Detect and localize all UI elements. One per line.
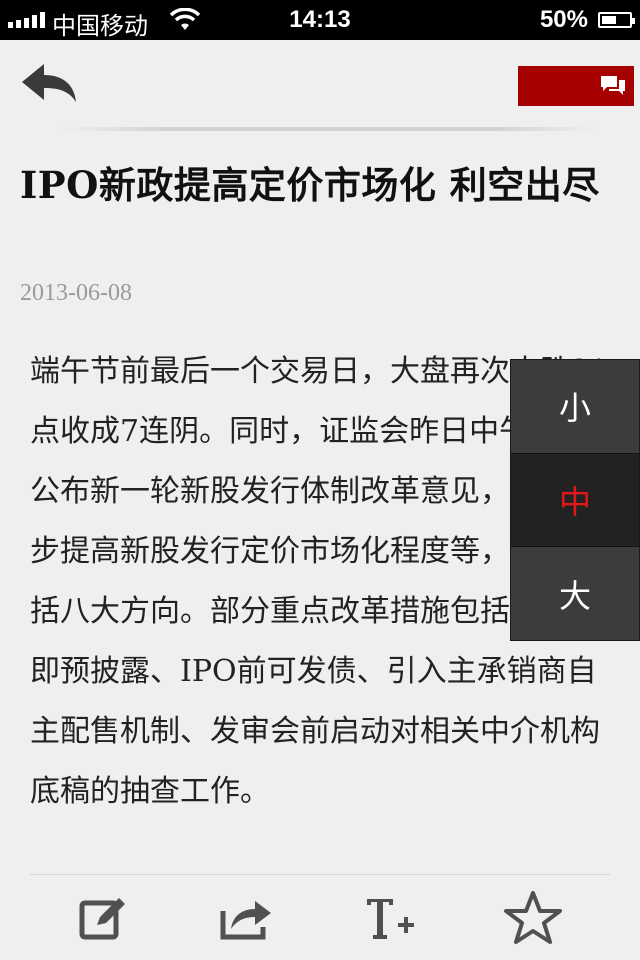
- favorite-button[interactable]: [498, 886, 568, 950]
- font-size-medium-option[interactable]: 中: [511, 453, 639, 547]
- share-icon: [220, 901, 271, 940]
- header-divider: [60, 127, 600, 131]
- star-icon: [504, 891, 562, 944]
- font-size-button[interactable]: [354, 886, 424, 950]
- font-size-small-option[interactable]: 小: [511, 360, 639, 452]
- article-title: IPO新政提高定价市场化 利空出尽: [20, 163, 600, 207]
- article-date: 2013-06-08: [20, 280, 132, 306]
- chat-bubbles-icon: [601, 76, 625, 95]
- font-size-icon: [367, 899, 414, 939]
- comments-button[interactable]: [518, 66, 634, 106]
- toolbar-divider: [30, 874, 610, 875]
- font-size-large-option[interactable]: 大: [511, 548, 639, 640]
- status-bar: 中国移动 14:13 50%: [0, 0, 640, 40]
- battery-percentage: 50%: [539, 6, 588, 33]
- battery-icon: [598, 12, 635, 28]
- back-button[interactable]: [16, 60, 82, 110]
- edit-button[interactable]: [68, 886, 138, 950]
- font-size-menu: 小 中 大: [510, 359, 640, 641]
- share-button[interactable]: [212, 886, 282, 950]
- back-arrow-icon: [22, 64, 76, 102]
- edit-icon: [79, 898, 125, 940]
